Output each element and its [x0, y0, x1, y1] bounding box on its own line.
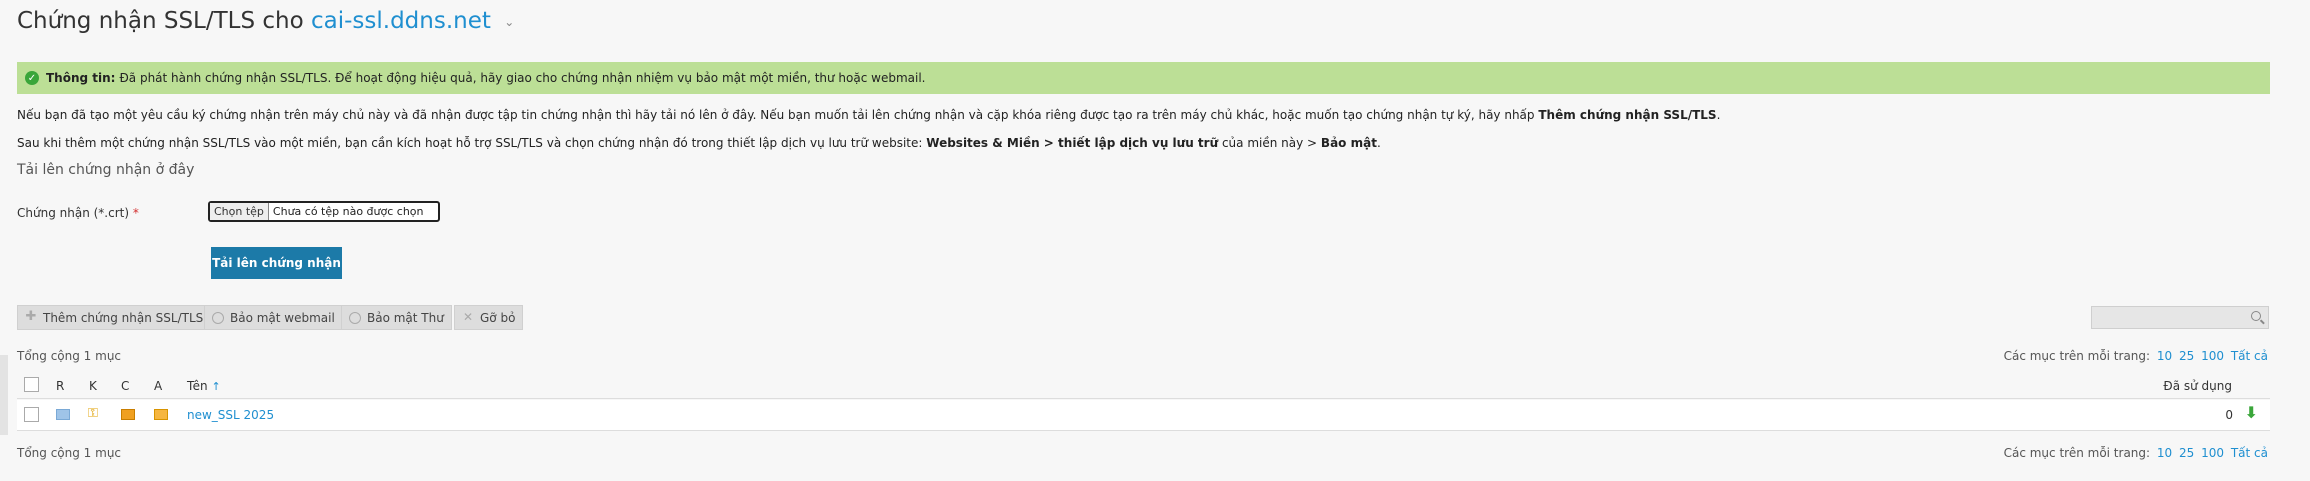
- upload-section-title: Tải lên chứng nhận ở đây: [17, 162, 195, 178]
- column-used[interactable]: Đã sử dụng: [2163, 379, 2232, 393]
- sort-arrow-icon: ↑: [211, 380, 221, 393]
- choose-file-button[interactable]: Chọn tệp: [210, 203, 269, 220]
- table-header: R K C A Tên ↑ Đã sử dụng: [17, 374, 2270, 399]
- no-file-text: Chưa có tệp nào được chọn: [272, 205, 424, 218]
- per-page-25-bottom[interactable]: 25: [2179, 446, 2194, 460]
- info-line-1: Nếu bạn đã tạo một yêu cầu ký chứng nhận…: [17, 108, 1720, 122]
- total-items-bottom: Tổng cộng 1 mục: [17, 446, 122, 460]
- per-page-100[interactable]: 100: [2201, 349, 2224, 363]
- left-panel-handle[interactable]: [0, 355, 8, 435]
- table-row: ⚿ new_SSL 2025 0 ⬇: [17, 400, 2270, 431]
- info-line-2-end: .: [1376, 136, 1381, 150]
- remove-label: Gỡ bỏ: [480, 310, 516, 325]
- page-title-prefix: Chứng nhận SSL/TLS cho: [17, 8, 304, 34]
- column-a[interactable]: A: [154, 379, 162, 393]
- secure-mail-label: Bảo mật Thư: [367, 310, 444, 325]
- info-line-1-bold: Thêm chứng nhận SSL/TLS: [1538, 108, 1717, 122]
- add-ssl-certificate-label: Thêm chứng nhận SSL/TLS: [43, 310, 204, 325]
- certificate-icon: [121, 409, 135, 420]
- shield-icon: [349, 311, 361, 324]
- download-icon[interactable]: ⬇: [2245, 403, 2258, 422]
- per-page-label: Các mục trên mỗi trang:: [2003, 349, 2151, 363]
- per-page-all[interactable]: Tất cả: [2231, 349, 2268, 363]
- alert-message: Đã phát hành chứng nhận SSL/TLS. Để hoạt…: [119, 71, 926, 85]
- ca-certificate-icon: [154, 409, 168, 420]
- shield-icon: [212, 311, 224, 324]
- domain-link[interactable]: cai-ssl.ddns.net: [311, 8, 491, 34]
- secure-webmail-button[interactable]: Bảo mật webmail: [204, 305, 343, 330]
- per-page-10[interactable]: 10: [2157, 349, 2172, 363]
- search-input[interactable]: [2091, 306, 2269, 329]
- upload-certificate-button[interactable]: Tải lên chứng nhận: [211, 247, 342, 279]
- remove-button[interactable]: ✕ Gỡ bỏ: [454, 305, 524, 330]
- info-line-2: Sau khi thêm một chứng nhận SSL/TLS vào …: [17, 136, 1381, 150]
- column-name-label: Tên: [187, 379, 208, 393]
- per-page-all-bottom[interactable]: Tất cả: [2231, 446, 2268, 460]
- per-page-25[interactable]: 25: [2179, 349, 2194, 363]
- column-k[interactable]: K: [89, 379, 97, 393]
- alert-label: Thông tin:: [46, 71, 116, 85]
- page-title: Chứng nhận SSL/TLS cho cai-ssl.ddns.net …: [17, 8, 514, 34]
- info-line-2-bold-2: Bảo mật: [1320, 136, 1377, 150]
- key-icon: ⚿: [88, 406, 98, 421]
- secure-webmail-label: Bảo mật webmail: [230, 310, 335, 325]
- chevron-down-icon[interactable]: ⌄: [504, 15, 514, 29]
- column-r[interactable]: R: [56, 379, 64, 393]
- certificate-field-label-text: Chứng nhận (*.crt): [17, 206, 130, 220]
- column-name[interactable]: Tên ↑: [187, 379, 221, 393]
- required-mark: *: [132, 206, 139, 220]
- select-all-checkbox[interactable]: [24, 377, 39, 392]
- column-c[interactable]: C: [121, 379, 129, 393]
- row-checkbox[interactable]: [24, 407, 39, 422]
- info-line-2-text: Sau khi thêm một chứng nhận SSL/TLS vào …: [17, 136, 923, 150]
- certificate-file-input[interactable]: Chọn tệp Chưa có tệp nào được chọn: [208, 201, 440, 222]
- used-count: 0: [2225, 408, 2233, 422]
- certificate-request-icon: [56, 409, 70, 420]
- info-alert: ✓ Thông tin: Đã phát hành chứng nhận SSL…: [17, 62, 2270, 94]
- add-ssl-certificate-button[interactable]: ✚ Thêm chứng nhận SSL/TLS: [17, 305, 212, 330]
- info-line-2-mid: của miền này >: [1221, 136, 1318, 150]
- per-page-10-bottom[interactable]: 10: [2157, 446, 2172, 460]
- search-icon[interactable]: [2251, 311, 2261, 321]
- certificate-field-label: Chứng nhận (*.crt) *: [17, 206, 139, 220]
- per-page-label-bottom: Các mục trên mỗi trang:: [2003, 446, 2151, 460]
- info-line-1-end: .: [1716, 108, 1721, 122]
- info-line-2-bold-1: Websites & Miền > thiết lập dịch vụ lưu …: [926, 136, 1219, 150]
- info-line-1-text: Nếu bạn đã tạo một yêu cầu ký chứng nhận…: [17, 108, 1535, 122]
- total-items-top: Tổng cộng 1 mục: [17, 349, 122, 363]
- secure-mail-button[interactable]: Bảo mật Thư: [341, 305, 452, 330]
- pager-bottom: Các mục trên mỗi trang: 10 25 100 Tất cả: [2004, 446, 2268, 460]
- pager-top: Các mục trên mỗi trang: 10 25 100 Tất cả: [2004, 349, 2268, 363]
- per-page-100-bottom[interactable]: 100: [2201, 446, 2224, 460]
- check-circle-icon: ✓: [25, 71, 39, 85]
- close-icon: ✕: [462, 309, 474, 324]
- plus-icon: ✚: [25, 308, 37, 324]
- certificate-name-link[interactable]: new_SSL 2025: [187, 408, 274, 422]
